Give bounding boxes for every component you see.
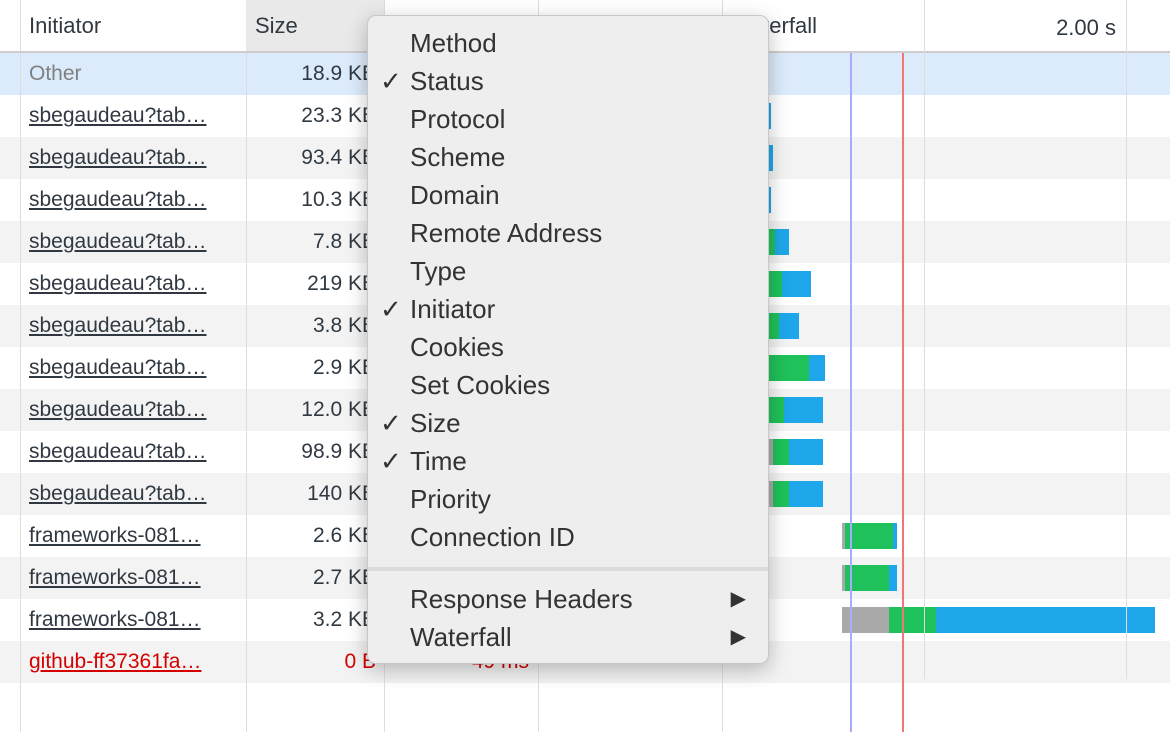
waterfall-gridline (924, 0, 925, 679)
waterfall-bar-waiting (845, 523, 893, 549)
menu-item-label: Priority (410, 484, 491, 514)
initiator-link[interactable]: sbegaudeau?tab… (29, 347, 239, 389)
menu-item-set-cookies[interactable]: Set Cookies (368, 366, 768, 404)
size-cell: 23.3 KB (301, 104, 376, 127)
waterfall-tick: 2.00 s (1056, 15, 1116, 40)
waterfall-bar-download (893, 523, 897, 549)
menu-item-label: Status (410, 66, 484, 96)
menu-separator (368, 567, 768, 571)
menu-item-label: Size (410, 408, 461, 438)
initiator-link[interactable]: sbegaudeau?tab… (29, 95, 239, 137)
menu-item-status[interactable]: ✓ Status (368, 62, 768, 100)
size-cell: 7.8 KB (312, 230, 376, 253)
checkmark-icon: ✓ (380, 446, 402, 476)
menu-item-initiator[interactable]: ✓ Initiator (368, 290, 768, 328)
waterfall-gridline (1126, 0, 1127, 679)
initiator-link[interactable]: sbegaudeau?tab… (29, 389, 239, 431)
size-cell: 3.2 KB (312, 608, 376, 631)
initiator-link[interactable]: sbegaudeau?tab… (29, 137, 239, 179)
checkmark-icon: ✓ (380, 66, 402, 96)
menu-item-remote-address[interactable]: Remote Address (368, 214, 768, 252)
submenu-arrow-icon: ▶ (730, 588, 746, 610)
menu-item-cookies[interactable]: Cookies (368, 328, 768, 366)
load-event-line (902, 53, 904, 732)
waterfall-bar-waiting (889, 607, 936, 633)
waterfall-bar-download (779, 313, 799, 339)
menu-item-method[interactable]: Method (368, 24, 768, 62)
menu-item-label: Initiator (410, 294, 496, 324)
menu-item-domain[interactable]: Domain (368, 176, 768, 214)
waterfall-bar-download (782, 271, 811, 297)
size-cell: 2.7 KB (312, 566, 376, 589)
menu-item-label: Domain (410, 180, 500, 210)
initiator-link[interactable]: frameworks-081… (29, 557, 239, 599)
menu-item-label: Type (410, 256, 467, 286)
menu-item-time[interactable]: ✓ Time (368, 442, 768, 480)
menu-item-protocol[interactable]: Protocol (368, 100, 768, 138)
initiator-link[interactable]: frameworks-081… (29, 599, 239, 641)
waterfall-bar-download (889, 565, 897, 591)
menu-item-size[interactable]: ✓ Size (368, 404, 768, 442)
menu-item-label: Set Cookies (410, 370, 551, 400)
menu-item-label: Scheme (410, 142, 506, 172)
menu-item-label: Protocol (410, 104, 506, 134)
menu-item-label: Time (410, 446, 467, 476)
menu-item-scheme[interactable]: Scheme (368, 138, 768, 176)
column-divider (246, 53, 247, 732)
menu-item-label: Response Headers (410, 584, 633, 614)
initiator-link[interactable]: sbegaudeau?tab… (29, 179, 239, 221)
size-cell: 140 KB (307, 482, 376, 505)
menu-item-label: Remote Address (410, 218, 603, 248)
initiator-link[interactable]: sbegaudeau?tab… (29, 305, 239, 347)
initiator-link[interactable]: frameworks-081… (29, 515, 239, 557)
waterfall-bar-download (784, 397, 823, 423)
checkmark-icon: ✓ (380, 408, 402, 438)
initiator-link[interactable]: sbegaudeau?tab… (29, 473, 239, 515)
dom-content-loaded-line (850, 53, 852, 732)
size-cell: 0 B (344, 650, 376, 673)
header-size[interactable]: Size (246, 0, 385, 51)
size-cell: 2.9 KB (312, 356, 376, 379)
initiator-link[interactable]: github-ff37361fa… (29, 641, 239, 683)
menu-item-priority[interactable]: Priority (368, 480, 768, 518)
size-cell: 18.9 KB (301, 62, 376, 85)
header-initiator[interactable]: Initiator (20, 0, 247, 51)
waterfall-bar-download (809, 355, 825, 381)
menu-item-label: Connection ID (410, 522, 575, 552)
column-context-menu: Method ✓ Status Protocol Scheme Domain Remote … (367, 15, 769, 664)
column-divider (20, 53, 21, 732)
size-cell: 219 KB (307, 272, 376, 295)
size-cell: 12.0 KB (301, 398, 376, 421)
initiator-link[interactable]: sbegaudeau?tab… (29, 221, 239, 263)
menu-item-label: Waterfall (410, 622, 512, 652)
waterfall-bar-download (789, 481, 823, 507)
initiator-link[interactable]: sbegaudeau?tab… (29, 431, 239, 473)
menu-item-connection-id[interactable]: Connection ID (368, 518, 768, 556)
size-cell: 10.3 KB (301, 188, 376, 211)
size-cell: 98.9 KB (301, 440, 376, 463)
initiator-link: Other (29, 62, 82, 85)
waterfall-bar-download (775, 229, 789, 255)
size-cell: 3.8 KB (312, 314, 376, 337)
menu-item-response-headers[interactable]: Response Headers ▶ (368, 580, 768, 618)
header-cell[interactable] (0, 0, 21, 51)
waterfall-bar-waiting (773, 481, 789, 507)
size-cell: 2.6 KB (312, 524, 376, 547)
menu-item-label: Method (410, 28, 497, 58)
menu-item-type[interactable]: Type (368, 252, 768, 290)
submenu-arrow-icon: ▶ (730, 626, 746, 648)
initiator-link[interactable]: sbegaudeau?tab… (29, 263, 239, 305)
menu-item-waterfall[interactable]: Waterfall ▶ (368, 618, 768, 656)
size-cell: 93.4 KB (301, 146, 376, 169)
waterfall-bar-waiting (766, 355, 809, 381)
menu-item-label: Cookies (410, 332, 504, 362)
waterfall-bar-download (936, 607, 1155, 633)
waterfall-bar-download (789, 439, 823, 465)
waterfall-bar-waiting (773, 439, 789, 465)
checkmark-icon: ✓ (380, 294, 402, 324)
